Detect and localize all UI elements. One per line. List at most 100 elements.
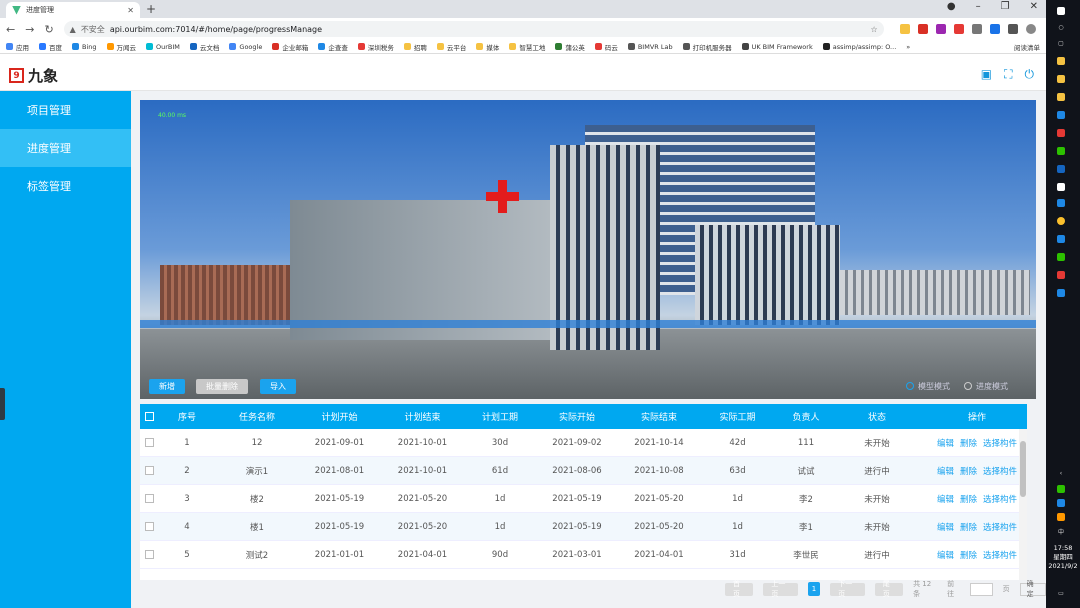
tab-close-icon[interactable]: ✕ <box>127 6 134 15</box>
select-component-link[interactable]: 选择构件 <box>983 493 1017 505</box>
taskbar-app[interactable] <box>1052 232 1070 246</box>
minimize-icon[interactable]: – <box>976 1 981 12</box>
row-checkbox[interactable] <box>144 522 154 531</box>
monitor-icon[interactable]: ▣ <box>981 67 992 82</box>
edge-handle[interactable] <box>0 388 5 420</box>
avatar[interactable] <box>1025 24 1036 34</box>
bookmark-item[interactable]: 百度 <box>39 42 62 52</box>
tray-chevron-icon[interactable]: ‹ <box>1052 466 1070 480</box>
confirm-button[interactable]: 确定 <box>1019 580 1047 598</box>
task-view-icon[interactable]: ▢ <box>1052 36 1070 50</box>
bookmark-item[interactable]: 云文档 <box>189 42 219 52</box>
download-icon[interactable] <box>971 24 982 34</box>
current-page[interactable]: 1 <box>807 582 821 596</box>
select-component-link[interactable]: 选择构件 <box>983 465 1017 477</box>
next-page-button[interactable]: 下一页 <box>830 580 865 598</box>
scrollbar-thumb[interactable] <box>1020 441 1026 497</box>
bookmark-item[interactable]: Bing <box>72 43 97 51</box>
first-page-button[interactable]: 首页 <box>725 580 754 598</box>
edit-link[interactable]: 编辑 <box>937 521 954 533</box>
select-all-checkbox[interactable] <box>144 412 154 421</box>
bookmark-item[interactable]: BIMVR Lab <box>627 43 673 51</box>
extension-icon[interactable] <box>935 24 946 34</box>
chrome-icon[interactable] <box>1052 214 1070 228</box>
fullscreen-icon[interactable]: ⛶ <box>1004 67 1012 82</box>
bookmark-item[interactable]: UK BIM Framework <box>741 43 813 51</box>
bookmark-item[interactable]: 媒体 <box>476 42 499 52</box>
prev-page-button[interactable]: 上一页 <box>763 580 798 598</box>
puzzle-icon[interactable] <box>1007 24 1018 34</box>
extension-icon[interactable] <box>953 24 964 34</box>
add-button[interactable]: 新增 <box>149 379 185 394</box>
bookmark-item[interactable]: 云平台 <box>436 42 466 52</box>
progress-mode-radio[interactable]: 进度模式 <box>964 381 1008 392</box>
taskbar-app[interactable] <box>1052 196 1070 210</box>
more-bookmarks-button[interactable]: » <box>906 43 910 51</box>
row-checkbox[interactable] <box>144 438 154 447</box>
start-icon[interactable] <box>1052 4 1070 18</box>
sidebar-item-tags[interactable]: 标签管理 <box>0 167 131 205</box>
taskbar-app[interactable] <box>1052 108 1070 122</box>
back-icon[interactable]: ← <box>6 23 15 36</box>
batch-delete-button[interactable]: 批量删除 <box>196 379 248 394</box>
address-bar[interactable]: ▲ 不安全 api.ourbim.com:7014/#/home/page/pr… <box>63 21 884 37</box>
goto-page-input[interactable] <box>969 582 993 596</box>
table-scrollbar[interactable] <box>1019 429 1027 580</box>
reload-icon[interactable]: ↻ <box>44 23 53 36</box>
sidebar-item-progress[interactable]: 进度管理 <box>0 129 131 167</box>
bookmark-item[interactable]: 智慧工地 <box>509 42 545 52</box>
tray-wechat-icon[interactable] <box>1052 482 1070 496</box>
bookmark-item[interactable]: 码云 <box>594 42 618 52</box>
taskbar-app[interactable] <box>1052 180 1070 194</box>
bookmark-item[interactable]: 企业邮箱 <box>272 42 308 52</box>
taskbar-app[interactable] <box>1052 54 1070 68</box>
row-checkbox[interactable] <box>144 550 154 559</box>
bookmark-item[interactable]: 蒲公英 <box>555 42 585 52</box>
bookmark-item[interactable]: OurBIM <box>146 43 180 51</box>
import-button[interactable]: 导入 <box>260 379 296 394</box>
select-component-link[interactable]: 选择构件 <box>983 521 1017 533</box>
notification-icon[interactable]: ▭ <box>1052 586 1070 600</box>
close-window-icon[interactable]: ✕ <box>1030 1 1038 12</box>
bookmark-star-icon[interactable]: ☆ <box>870 25 877 34</box>
taskbar-app[interactable] <box>1052 162 1070 176</box>
table-row[interactable]: 4 楼1 2021-05-19 2021-05-20 1d 2021-05-19 2021-… <box>140 513 1027 541</box>
delete-link[interactable]: 删除 <box>960 437 977 449</box>
taskbar-app[interactable] <box>1052 286 1070 300</box>
ime-indicator[interactable]: 中 <box>1052 524 1070 538</box>
forward-icon[interactable]: → <box>25 23 34 36</box>
maximize-icon[interactable]: ❐ <box>1001 1 1010 12</box>
extension-icon[interactable] <box>989 24 1000 34</box>
select-component-link[interactable]: 选择构件 <box>983 549 1017 561</box>
taskbar-app[interactable] <box>1052 250 1070 264</box>
wechat-icon[interactable] <box>1052 144 1070 158</box>
taskbar-app[interactable] <box>1052 90 1070 104</box>
reading-list-button[interactable]: 阅读清单 <box>1014 42 1040 52</box>
delete-link[interactable]: 删除 <box>960 521 977 533</box>
bim-viewport[interactable]: 40.00 ms 新增 批量删除 导入 模型模式 进度模式 <box>140 100 1036 399</box>
url-text[interactable]: api.ourbim.com:7014/#/home/page/progress… <box>110 25 322 34</box>
bookmark-item[interactable]: assimp/assimp: O... <box>822 43 896 51</box>
last-page-button[interactable]: 尾页 <box>874 580 904 598</box>
taskbar-app[interactable] <box>1052 72 1070 86</box>
bookmark-item[interactable]: 招聘 <box>403 42 427 52</box>
edit-link[interactable]: 编辑 <box>937 465 954 477</box>
browser-tab[interactable]: 进度管理 ✕ <box>6 2 140 18</box>
model-mode-radio[interactable]: 模型模式 <box>906 381 950 392</box>
bookmark-item[interactable]: Google <box>229 43 262 51</box>
profile-icon[interactable]: ● <box>947 1 956 12</box>
new-tab-button[interactable]: + <box>146 2 156 16</box>
table-row[interactable]: 3 楼2 2021-05-19 2021-05-20 1d 2021-05-19 2021-… <box>140 485 1027 513</box>
taskbar-clock[interactable]: 17:58 星期四 2021/9/2 <box>1046 544 1080 571</box>
tray-app-icon[interactable] <box>1052 510 1070 524</box>
edit-link[interactable]: 编辑 <box>937 493 954 505</box>
search-icon[interactable]: ○ <box>1052 20 1070 34</box>
bookmark-item[interactable]: 打印机服务器 <box>682 42 732 52</box>
power-icon[interactable]: ⏻ <box>1025 67 1035 82</box>
delete-link[interactable]: 删除 <box>960 465 977 477</box>
taskbar-app[interactable] <box>1052 268 1070 282</box>
table-row[interactable]: 5 测试2 2021-01-01 2021-04-01 90d 2021-03-01 202… <box>140 541 1027 569</box>
row-checkbox[interactable] <box>144 494 154 503</box>
bookmark-item[interactable]: 万闻云 <box>106 42 136 52</box>
select-component-link[interactable]: 选择构件 <box>983 437 1017 449</box>
